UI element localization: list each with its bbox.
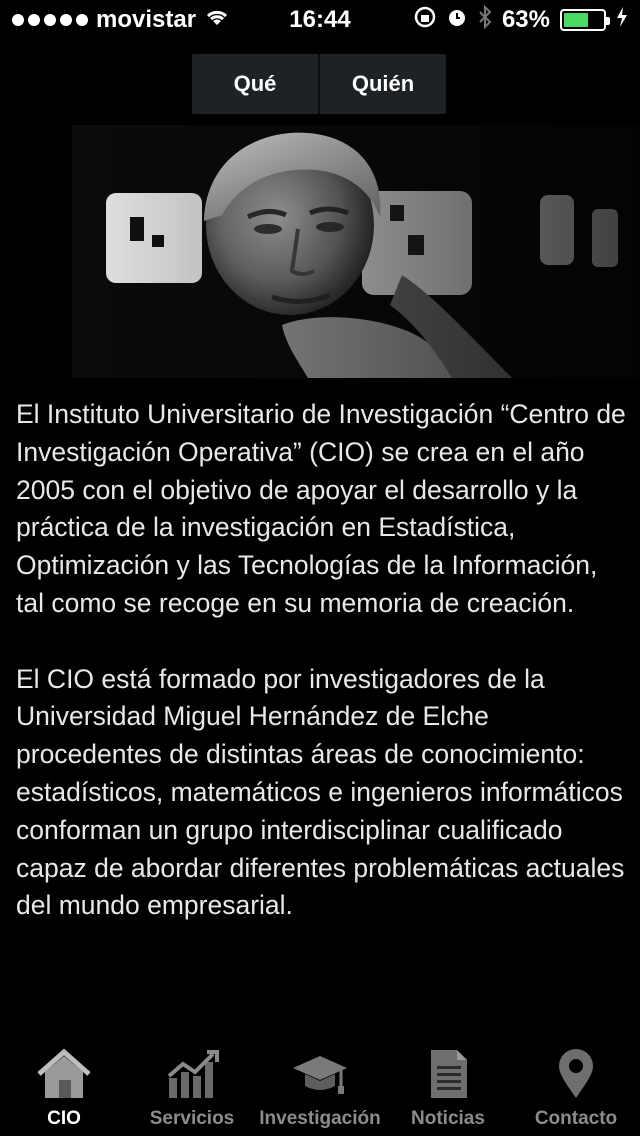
home-icon bbox=[34, 1046, 94, 1102]
tab-que[interactable]: Qué bbox=[192, 54, 318, 114]
about-paragraph-2: El CIO está formado por investigadores d… bbox=[16, 663, 625, 921]
status-bar: movistar 16:44 63% bbox=[0, 0, 640, 40]
tab-label: CIO bbox=[47, 1108, 81, 1129]
tab-label: Servicios bbox=[149, 1108, 235, 1129]
tab-quien[interactable]: Quién bbox=[318, 54, 446, 114]
chart-icon bbox=[162, 1046, 222, 1102]
tab-contacto[interactable]: Contacto bbox=[512, 1040, 640, 1136]
tab-label: Investigación bbox=[259, 1108, 381, 1129]
document-icon bbox=[418, 1046, 478, 1102]
location-pin-icon bbox=[546, 1046, 606, 1102]
alarm-icon bbox=[446, 6, 468, 35]
tab-servicios[interactable]: Servicios bbox=[128, 1040, 256, 1136]
charging-icon bbox=[616, 6, 628, 34]
battery-percent: 63% bbox=[501, 6, 550, 33]
segmented-control: Qué Quién bbox=[192, 54, 446, 114]
bluetooth-icon bbox=[478, 4, 492, 36]
about-text: El Instituto Universitario de Investigac… bbox=[16, 396, 628, 925]
graduation-cap-icon bbox=[290, 1046, 350, 1102]
about-paragraph-1: El Instituto Universitario de Investigac… bbox=[16, 399, 626, 618]
tab-noticias[interactable]: Noticias bbox=[384, 1040, 512, 1136]
tab-label: Noticias bbox=[411, 1108, 485, 1129]
hero-portrait-image bbox=[72, 125, 640, 378]
battery-icon bbox=[560, 9, 610, 31]
tab-investigacion[interactable]: Investigación bbox=[256, 1040, 384, 1136]
rotation-lock-icon bbox=[414, 6, 436, 35]
tab-label: Contacto bbox=[534, 1108, 618, 1129]
tab-bar: CIO Servicios Investigación Noticias Con… bbox=[0, 1040, 640, 1136]
tab-cio[interactable]: CIO bbox=[0, 1040, 128, 1136]
